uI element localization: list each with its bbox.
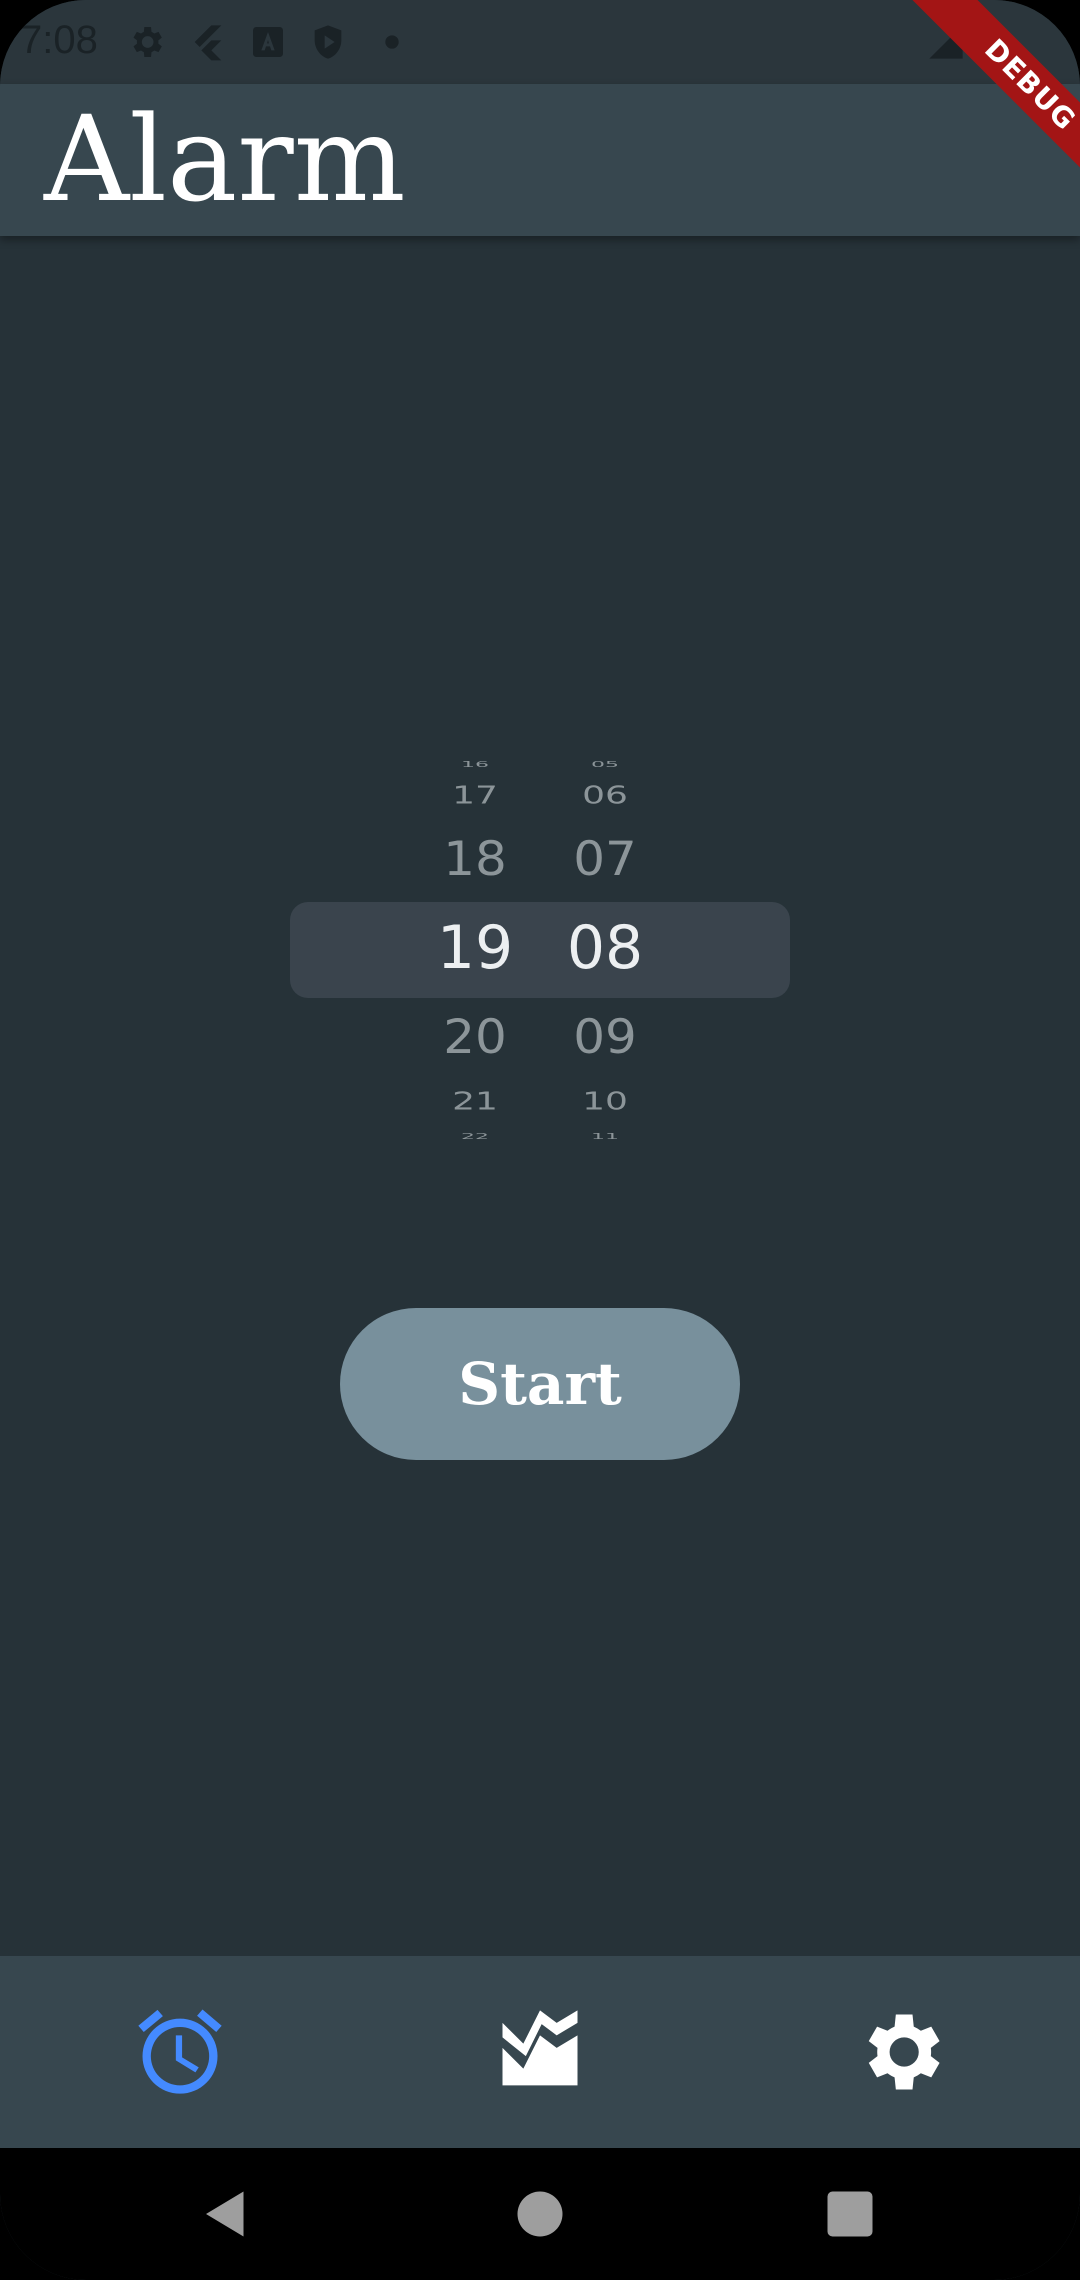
home-icon[interactable] (510, 2184, 570, 2244)
status-time: 7:08 (20, 18, 98, 62)
minute-option[interactable]: 06 (540, 782, 670, 810)
minute-option[interactable]: 09 (540, 1011, 670, 1062)
settings-icon (868, 2014, 940, 2090)
back-icon[interactable] (196, 2184, 256, 2244)
start-button[interactable]: Start (340, 1308, 740, 1460)
recents-icon[interactable] (820, 2184, 880, 2244)
nav-item-alarm[interactable] (120, 1992, 240, 2112)
hour-option[interactable]: 22 (410, 1132, 540, 1141)
minute-option[interactable]: 08 (540, 916, 670, 980)
bottom-navigation (0, 1956, 1080, 2148)
start-button-label: Start (458, 1350, 622, 1418)
hour-option[interactable]: 18 (410, 833, 540, 884)
hour-option[interactable]: 19 (410, 916, 540, 980)
app-bar: Alarm (0, 84, 1080, 236)
chart-icon (502, 2010, 578, 2086)
hour-option[interactable]: 17 (410, 782, 540, 810)
dot-icon (385, 35, 399, 49)
shield-play-icon (314, 25, 342, 59)
status-bar: 7:08 (0, 0, 1080, 84)
flutter-icon (194, 25, 222, 61)
gear-icon (133, 27, 162, 57)
minute-option[interactable]: 11 (540, 1132, 670, 1141)
page-title: Alarm (44, 90, 406, 228)
hour-option[interactable]: 16 (410, 760, 540, 769)
hour-option[interactable]: 20 (410, 1011, 540, 1062)
phone-screen: 7:08 Alarm DEBUG Start 16 17 18 19 20 21… (0, 0, 1080, 2280)
nav-item-settings[interactable] (840, 1992, 960, 2112)
system-navigation-bar (0, 2148, 1080, 2280)
alarm-icon (138, 2009, 222, 2094)
minute-option[interactable]: 10 (540, 1088, 670, 1116)
nav-item-stats[interactable] (480, 1992, 600, 2112)
font-a-icon (253, 27, 283, 57)
minute-option[interactable]: 05 (540, 760, 670, 769)
hour-option[interactable]: 21 (410, 1088, 540, 1116)
minute-option[interactable]: 07 (540, 833, 670, 884)
